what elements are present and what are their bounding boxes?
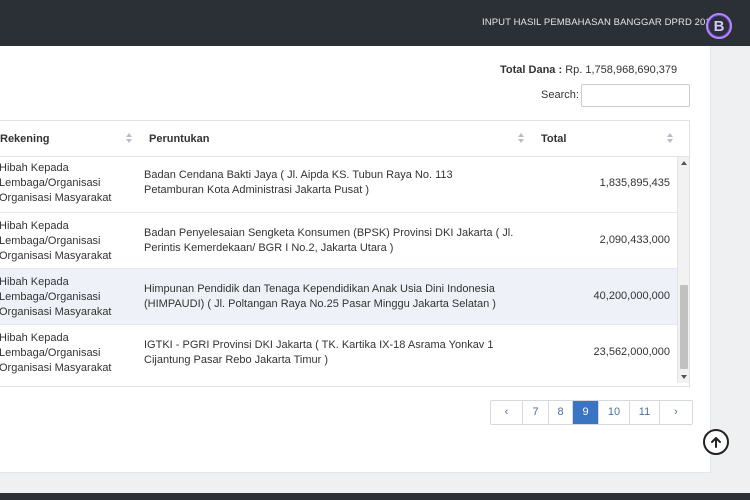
sort-icon[interactable] <box>125 132 133 146</box>
bottom-bar <box>0 493 750 500</box>
page-button-11[interactable]: 11 <box>630 401 660 424</box>
cell-peruntukan: IGTKI - PGRI Provinsi DKI Jakarta ( TK. … <box>144 339 494 366</box>
column-header-rekening[interactable]: Rekening <box>0 121 50 157</box>
cell-peruntukan: Himpunan Pendidik dan Tenaga Kependidika… <box>144 283 496 310</box>
app-title: INPUT HASIL PEMBAHASAN BANGGAR DPRD 2018 <box>482 17 717 28</box>
scrollbar-thumb[interactable] <box>680 285 688 369</box>
pagination: ‹ 7 8 9 10 11 › <box>490 400 693 425</box>
column-header-total[interactable]: Total <box>541 121 566 157</box>
sort-icon[interactable] <box>517 132 525 146</box>
cell-total: 23,562,000,000 <box>593 346 670 358</box>
cell-rekening: Hibah Kepada Lembaga/Organisasi Organisa… <box>0 220 112 262</box>
cell-rekening: Hibah Kepada Lembaga/Organisasi Organisa… <box>0 162 112 204</box>
search-input[interactable] <box>581 84 690 107</box>
table-row[interactable]: Hibah Kepada Lembaga/Organisasi Organisa… <box>0 269 677 325</box>
pagination-prev-button[interactable]: ‹ <box>491 401 523 424</box>
arrow-up-icon <box>711 437 721 448</box>
table-body: Hibah Kepada Lembaga/Organisasi Organisa… <box>0 157 677 383</box>
scroll-down-icon[interactable] <box>681 375 687 379</box>
cell-total: 1,835,895,435 <box>599 177 670 189</box>
brand-logo[interactable]: B <box>706 13 732 39</box>
table-row[interactable]: Hibah Kepada Lembaga/Organisasi Organisa… <box>0 157 677 213</box>
total-dana-label: Total Dana : <box>500 64 563 76</box>
scroll-up-icon[interactable] <box>681 161 687 165</box>
data-table: Rekening Peruntukan Total Hibah Kepada L… <box>0 120 690 387</box>
sort-icon[interactable] <box>666 132 674 146</box>
total-dana-value: Rp. 1,758,968,690,379 <box>565 64 678 76</box>
cell-rekening: Hibah Kepada Lembaga/Organisasi Organisa… <box>0 276 112 318</box>
page-button-10[interactable]: 10 <box>599 401 630 424</box>
table-header: Rekening Peruntukan Total <box>0 121 689 157</box>
page-button-7[interactable]: 7 <box>523 401 549 424</box>
cell-total: 40,200,000,000 <box>593 290 670 302</box>
cell-peruntukan: Badan Penyelesaian Sengketa Konsumen (BP… <box>144 227 514 254</box>
cell-rekening: Hibah Kepada Lembaga/Organisasi Organisa… <box>0 332 112 374</box>
total-dana: Total Dana : Rp. 1,758,968,690,379 <box>500 64 680 76</box>
column-header-peruntukan[interactable]: Peruntukan <box>149 121 210 157</box>
top-header: INPUT HASIL PEMBAHASAN BANGGAR DPRD 2018… <box>0 0 750 46</box>
search-label: Search: <box>541 89 579 101</box>
table-row[interactable]: Hibah Kepada Lembaga/Organisasi Organisa… <box>0 325 677 383</box>
page-button-9[interactable]: 9 <box>573 401 599 424</box>
table-scrollbar[interactable] <box>677 157 689 383</box>
cell-peruntukan: Badan Cendana Bakti Jaya ( Jl. Aipda KS.… <box>144 169 453 196</box>
table-row[interactable]: Hibah Kepada Lembaga/Organisasi Organisa… <box>0 213 677 269</box>
arrow-up-circle-icon[interactable] <box>703 429 729 455</box>
page-button-8[interactable]: 8 <box>549 401 573 424</box>
pagination-next-button[interactable]: › <box>660 401 692 424</box>
cell-total: 2,090,433,000 <box>599 234 670 246</box>
